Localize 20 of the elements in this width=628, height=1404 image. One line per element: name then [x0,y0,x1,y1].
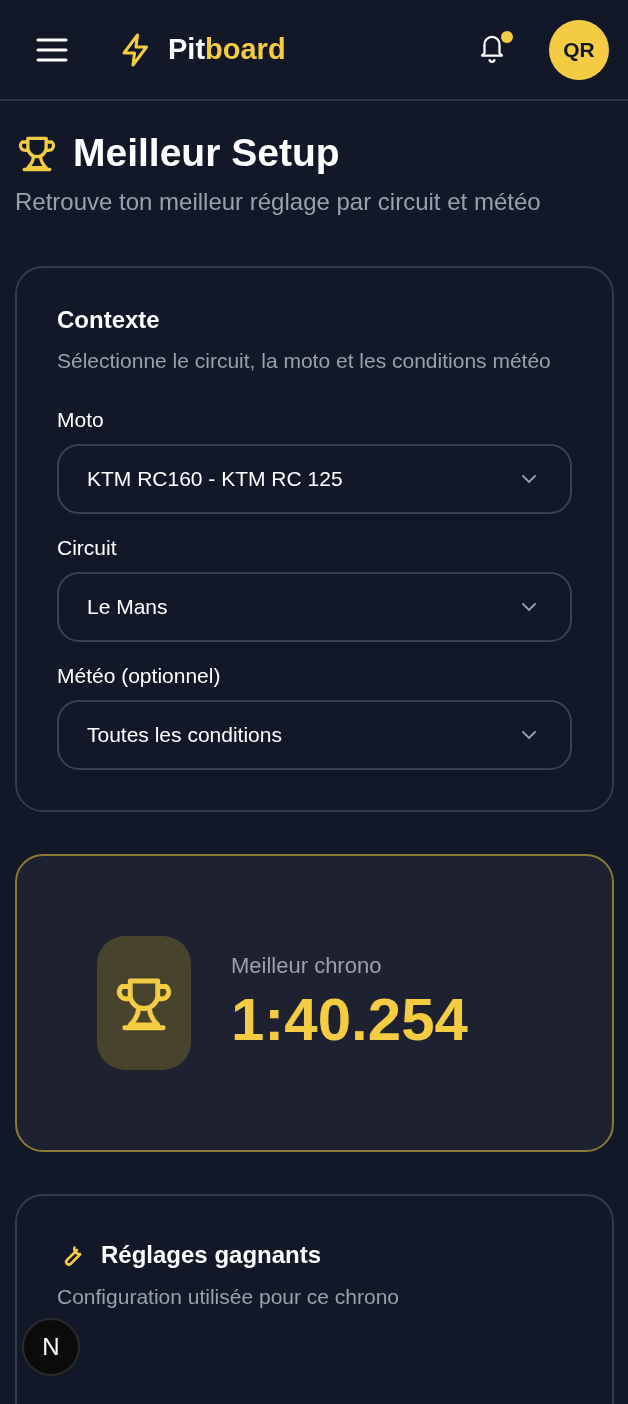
page-subtitle: Retrouve ton meilleur réglage par circuit et météo [15,187,542,217]
chevron-down-icon [520,473,538,485]
card-title: Contexte [57,306,161,334]
chevron-down-icon [520,729,538,741]
menu-icon[interactable] [36,36,68,63]
select-field[interactable]: Toutes les conditions [57,700,572,770]
card-description: Sélectionne le circuit, la moto et les conditions météo [57,348,552,374]
select-field[interactable]: KTM RC160 - KTM RC 125 [57,444,572,514]
select-field[interactable]: Le Mans [57,572,572,642]
avatar-button[interactable]: QR [549,19,609,80]
page-title: Meilleur Setup [73,131,340,175]
field-label: Météo (optionnel) [57,664,222,688]
card-description: Configuration utilisée pour ce chrono [57,1284,401,1310]
field-label: Moto [57,408,105,432]
brand-logo[interactable]: Pitboard [168,33,286,66]
card-title: Réglages gagnants [101,1241,322,1269]
chevron-down-icon [520,601,538,613]
field-label: Circuit [57,536,118,560]
best-lap-label: Meilleur chrono [231,952,383,979]
best-lap-time: 1:40.254 [231,984,468,1054]
